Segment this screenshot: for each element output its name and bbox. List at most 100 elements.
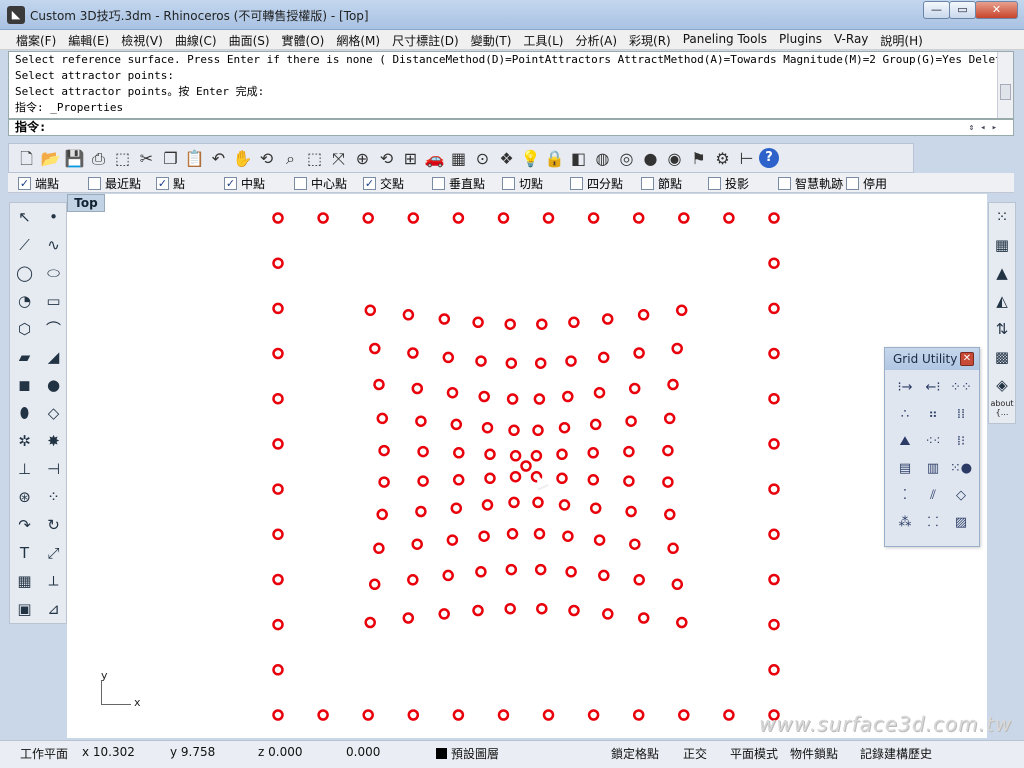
save-icon[interactable]: 💾: [63, 147, 86, 170]
scrollbar-thumb[interactable]: [1000, 84, 1011, 100]
grid-point[interactable]: [768, 347, 780, 360]
paste-icon[interactable]: 📋: [183, 147, 206, 170]
new-file-icon[interactable]: 🗋: [15, 147, 38, 170]
grid-point[interactable]: [633, 347, 645, 359]
grid-point[interactable]: [542, 212, 555, 224]
status-construction-plane[interactable]: 工作平面: [20, 745, 68, 762]
osnap-checkbox[interactable]: ✓: [156, 177, 169, 190]
gear-icon[interactable]: ✲: [10, 427, 39, 455]
tree-icon[interactable]: ⊢: [735, 147, 758, 170]
grid-columns-icon[interactable]: ⁞⁝: [947, 428, 975, 455]
osnap-item[interactable]: ✓ 中點: [224, 175, 265, 192]
osnap-item[interactable]: 最近點: [88, 175, 141, 192]
color-wheel-icon[interactable]: ◍: [591, 147, 614, 170]
grid-point[interactable]: [446, 386, 459, 399]
menu-solid[interactable]: 實體(O): [276, 30, 331, 49]
rectangle-icon[interactable]: ▭: [39, 287, 68, 315]
grid-point[interactable]: [623, 445, 635, 458]
zoom-selected-icon[interactable]: ⊕: [351, 147, 374, 170]
grid-point[interactable]: [317, 212, 329, 224]
grid-point[interactable]: [768, 302, 780, 315]
grid-point[interactable]: [272, 483, 284, 495]
grid-point[interactable]: [272, 302, 284, 315]
close-icon[interactable]: ✕: [960, 352, 974, 366]
sphere-render-icon[interactable]: ◉: [663, 147, 686, 170]
grid-array-icon[interactable]: ⁘⁘: [947, 374, 975, 401]
grid-point[interactable]: [452, 212, 465, 224]
grid-point[interactable]: [768, 618, 780, 631]
grid-point[interactable]: [272, 709, 284, 721]
grid-point[interactable]: [663, 412, 676, 425]
grid-dense-icon[interactable]: ⁞⁞: [947, 401, 975, 428]
grid-point[interactable]: [723, 709, 735, 721]
grid-point[interactable]: [453, 447, 465, 459]
grid-point[interactable]: [558, 421, 571, 434]
grid-point[interactable]: [475, 566, 487, 578]
grid-point[interactable]: [768, 664, 780, 676]
grid-point[interactable]: [508, 496, 520, 509]
grid-point[interactable]: [633, 574, 645, 586]
osnap-checkbox[interactable]: [88, 177, 101, 190]
undo-icon[interactable]: ↶: [207, 147, 230, 170]
osnap-item[interactable]: 智慧軌跡: [778, 175, 843, 192]
grid-point[interactable]: [532, 496, 544, 509]
grid-point[interactable]: [664, 508, 676, 521]
triangle-icon[interactable]: ▲: [989, 259, 1015, 287]
grid-point[interactable]: [484, 472, 496, 485]
sphere-icon[interactable]: ●: [39, 371, 68, 399]
osnap-checkbox[interactable]: ✓: [363, 177, 376, 190]
grid-point[interactable]: [632, 212, 645, 224]
shade-icon[interactable]: ◧: [567, 147, 590, 170]
rotate-icon[interactable]: ↻: [39, 511, 68, 539]
grid-shift-left-icon[interactable]: ←⁝: [919, 374, 947, 401]
grid-point[interactable]: [452, 474, 465, 486]
osnap-item[interactable]: ✓ 交點: [363, 175, 404, 192]
grid-point[interactable]: [415, 505, 427, 518]
osnap-item[interactable]: 切點: [502, 175, 543, 192]
osnap-item[interactable]: 停用: [846, 175, 887, 192]
grid-point[interactable]: [272, 573, 284, 586]
curve-icon[interactable]: ∿: [39, 231, 68, 259]
box-icon[interactable]: ◼: [10, 371, 39, 399]
status-planar[interactable]: 平面模式: [730, 745, 778, 762]
lock-icon[interactable]: 🔒: [543, 147, 566, 170]
grid-point[interactable]: [671, 578, 684, 591]
status-osnap[interactable]: 物件鎖點: [790, 745, 838, 762]
grid-point[interactable]: [562, 530, 574, 542]
grid-point[interactable]: [272, 212, 284, 224]
scale-icon[interactable]: ⤢: [39, 539, 68, 567]
grid-point[interactable]: [533, 393, 546, 405]
grid-point[interactable]: [508, 424, 520, 437]
array-icon[interactable]: ▦: [10, 567, 39, 595]
grid-point[interactable]: [509, 470, 522, 483]
grid-point[interactable]: [272, 664, 284, 676]
grid-sparse-icon[interactable]: ⁚: [891, 482, 919, 509]
point-icon[interactable]: ⊙: [471, 147, 494, 170]
grid-point[interactable]: [442, 351, 455, 364]
grid-point[interactable]: [598, 569, 610, 582]
open-file-icon[interactable]: 📂: [39, 147, 62, 170]
flag-icon[interactable]: ⚑: [687, 147, 710, 170]
grid-point[interactable]: [369, 342, 381, 355]
dimension-icon[interactable]: ⊿: [39, 595, 68, 623]
grid-point[interactable]: [446, 534, 459, 546]
import-icon[interactable]: ⬚: [111, 147, 134, 170]
grid-point[interactable]: [558, 499, 571, 511]
minimize-button[interactable]: —: [923, 1, 950, 19]
menu-plugins[interactable]: Plugins: [773, 30, 828, 49]
grid-point[interactable]: [678, 709, 690, 721]
osnap-item[interactable]: 中心點: [294, 175, 347, 192]
menu-transform[interactable]: 變動(T): [465, 30, 518, 49]
status-layer[interactable]: 預設圖層: [436, 745, 499, 762]
grid-point[interactable]: [411, 382, 424, 395]
grid-point[interactable]: [362, 212, 374, 224]
osnap-checkbox[interactable]: [570, 177, 583, 190]
box-edit-icon[interactable]: ▣: [10, 595, 39, 623]
points-canvas[interactable]: [67, 194, 987, 738]
grid-point[interactable]: [587, 447, 599, 459]
grid-point[interactable]: [565, 355, 577, 367]
layer-icon[interactable]: ❖: [495, 147, 518, 170]
grid-point[interactable]: [565, 566, 577, 578]
print-icon[interactable]: ⎙: [87, 147, 110, 170]
grid-point[interactable]: [768, 392, 780, 405]
